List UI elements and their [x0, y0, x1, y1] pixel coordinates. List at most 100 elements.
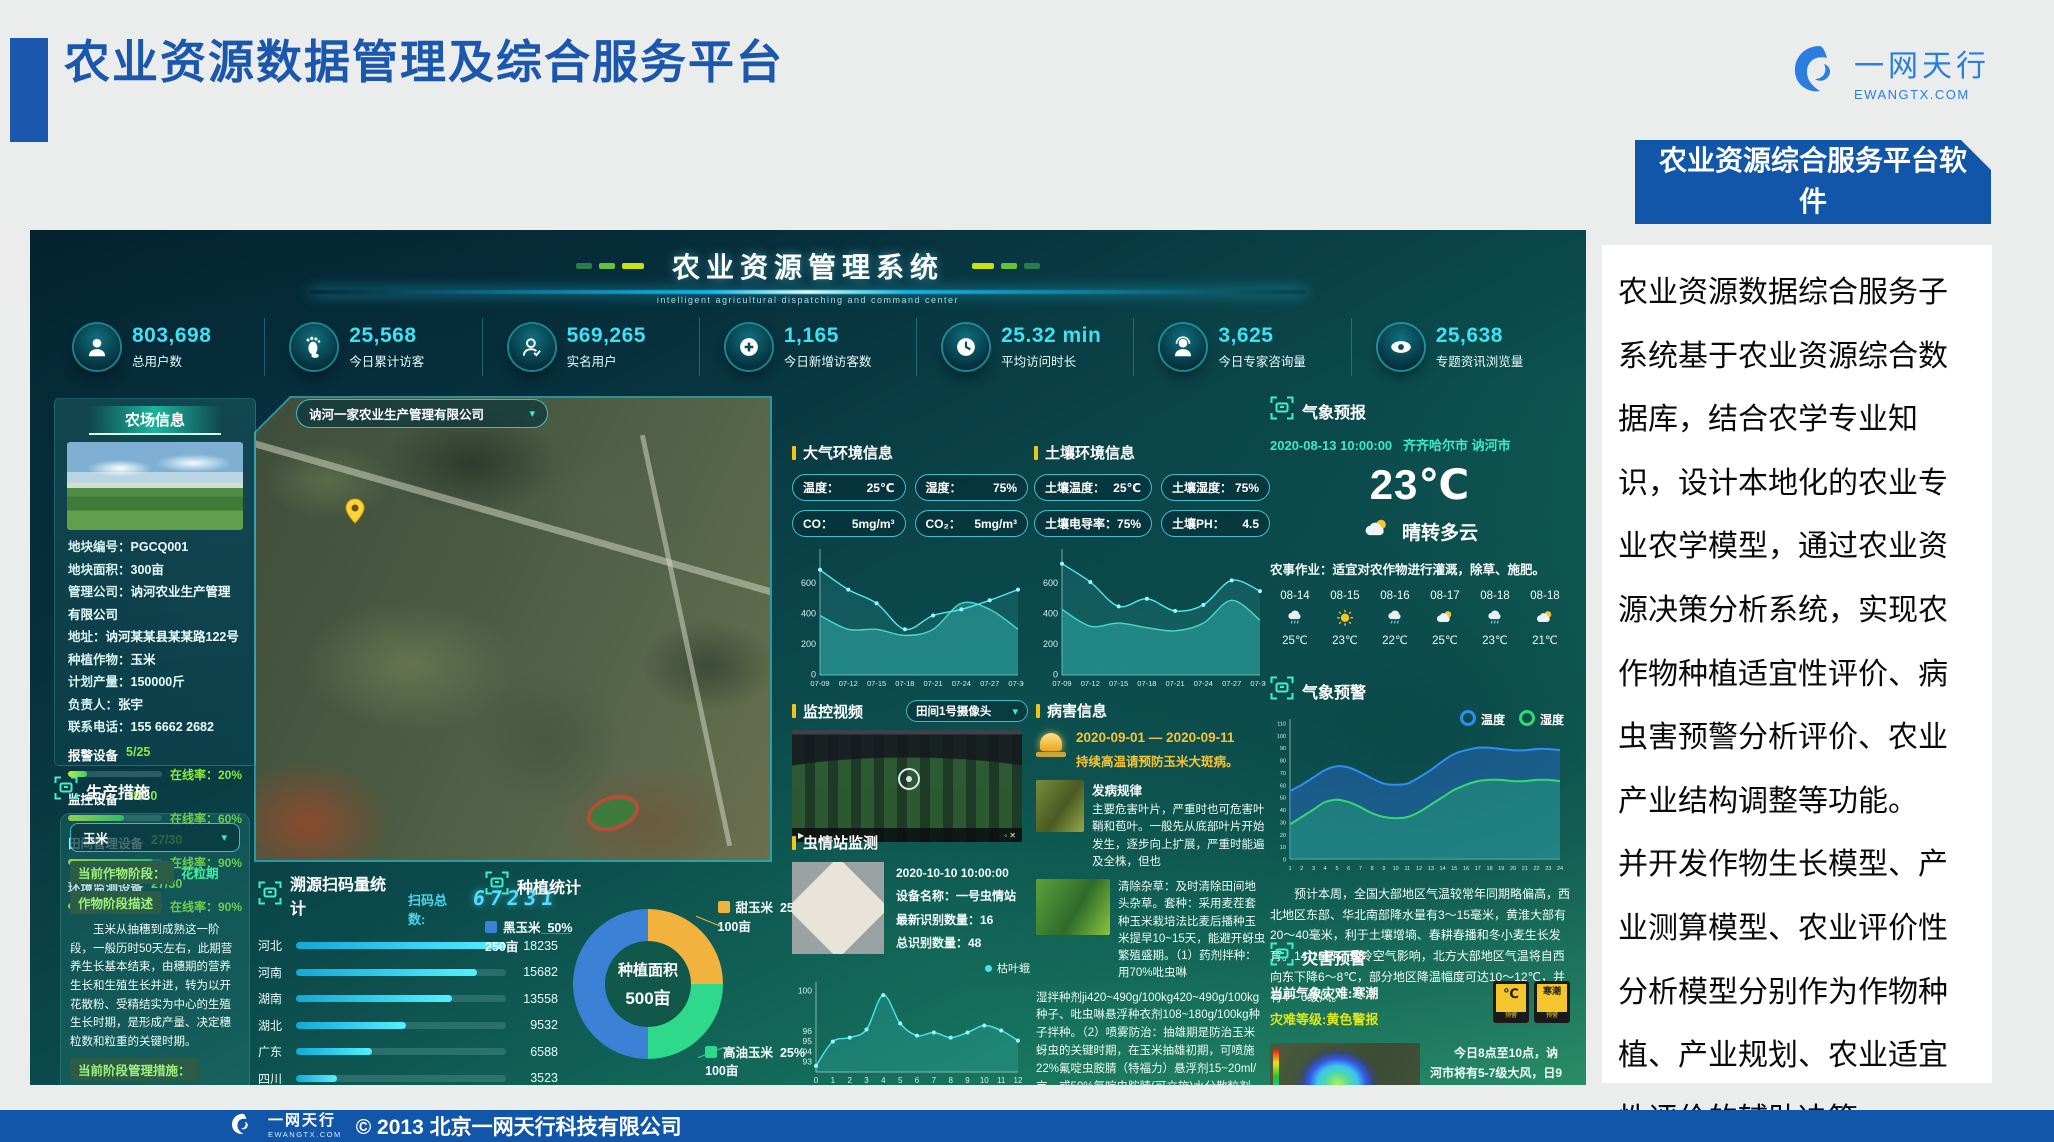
video-player[interactable]: ▶ ◦ ✕: [792, 730, 1022, 842]
weather-city: 齐齐哈尔市 讷河市: [1403, 438, 1511, 453]
dashboard-subtitle: intelligent agricultural dispatching and…: [30, 295, 1586, 305]
chevron-down-icon: ▾: [529, 407, 535, 420]
svg-text:07-12: 07-12: [839, 679, 858, 688]
production-panel: 生产措施 玉米 ▾ 当前作物阶段： 花粒期 作物阶段描述 玉米从抽穗到成熟这一阶…: [54, 776, 256, 1076]
production-title: 生产措施: [86, 779, 150, 803]
kpi-stat: 803,698总用户数: [48, 318, 265, 376]
svg-text:1: 1: [1288, 866, 1291, 872]
svg-text:07-21: 07-21: [924, 679, 943, 688]
kpi-value: 569,265: [567, 324, 646, 348]
svg-text:0: 0: [814, 1076, 819, 1085]
slide: 农业资源数据管理及综合服务平台 一网天行 EWANGTX.COM 农业资源综合服…: [0, 0, 2054, 1142]
kpi-value: 25,568: [349, 324, 424, 348]
svg-text:6: 6: [1347, 866, 1350, 872]
province-bar-fill: [296, 995, 452, 1002]
svg-text:8: 8: [948, 1076, 953, 1085]
company-logo: 一网天行 EWANGTX.COM: [1786, 40, 1990, 103]
svg-text:40: 40: [1280, 808, 1286, 814]
svg-text:20: 20: [1510, 866, 1516, 872]
svg-text:95: 95: [803, 1036, 813, 1046]
svg-text:07-09: 07-09: [1052, 679, 1071, 688]
farm-info-value: 玉米: [131, 653, 156, 667]
svg-text:12: 12: [1416, 866, 1422, 872]
kpi-text: 569,265 实名用户: [567, 324, 646, 370]
env-pill-value: 75%: [1117, 517, 1141, 531]
satellite-map[interactable]: [256, 398, 770, 860]
kpi-label: 实名用户: [567, 351, 646, 370]
svg-text:600: 600: [1043, 578, 1058, 588]
farm-info-row: 负责人：张宇: [68, 694, 242, 717]
device-name: 报警设备: [68, 745, 118, 764]
stage-desc-text: 玉米从抽穗到成熟这一阶段，一般历时50天左右，此期营养生长基本结束，由穗期的营养…: [70, 921, 240, 1051]
svg-text:400: 400: [1043, 609, 1058, 619]
env-pill: CO：5mg/m³: [792, 510, 906, 537]
disease-title: 病害信息: [1036, 700, 1266, 721]
device-line1: 报警设备5/25: [68, 745, 242, 764]
map-company-select[interactable]: 讷河一家农业生产管理有限公司 ▾: [296, 399, 548, 428]
env-pill-label: 湿度：: [926, 479, 962, 496]
farm-info-row: 地块面积：300亩: [68, 559, 242, 582]
disaster-text: 今日8点至10点，讷河市将有5-7级大风，日9点至10点大风将减弱至3-4级，今…: [1430, 1043, 1570, 1085]
dashboard-header: 农业资源管理系统 intelligent agricultural dispat…: [30, 246, 1586, 305]
svg-text:60: 60: [1280, 783, 1286, 789]
camera-select-value: 田间1号摄像头: [916, 703, 991, 719]
forecast-date: 08-14: [1270, 590, 1320, 602]
svg-text:07-24: 07-24: [1194, 679, 1213, 688]
svg-text:15: 15: [1451, 866, 1457, 872]
stage-label: 当前作物阶段：: [70, 861, 174, 884]
right-dash-decoration: [972, 263, 1040, 269]
logo-domain: EWANGTX.COM: [1854, 87, 1990, 102]
insect-panel: 虫情站监测 2020-10-10 10:00:00 设备名称：一号虫情站 最新识…: [792, 832, 1030, 1085]
svg-text:07-30: 07-30: [1250, 679, 1266, 688]
env-pill-value: 75%: [1235, 481, 1259, 495]
farm-photo: [67, 442, 243, 530]
svg-text:0: 0: [811, 670, 816, 680]
svg-text:6: 6: [915, 1076, 920, 1085]
farm-info-title: 农场信息: [89, 406, 221, 435]
weather-forecast-panel: 气象预报 2020-08-13 10:00:00 齐齐哈尔市 讷河市 23℃ 晴…: [1270, 396, 1570, 647]
soil-value-pills: 土壤温度：25℃土壤湿度：75%土壤电导率：75%土壤PH：4.5: [1034, 474, 1270, 537]
province-bar-track: [296, 1075, 506, 1082]
map-marker-icon[interactable]: [344, 498, 366, 529]
measures-label: 当前阶段管理措施：: [70, 1058, 199, 1081]
insect-latest: 最新识别数量：16: [896, 909, 1016, 932]
kpi-label: 专题资讯浏览量: [1436, 351, 1524, 370]
farm-info-label: 管理公司：: [68, 585, 131, 599]
svg-text:1: 1: [831, 1076, 836, 1085]
video-title: 监控视频: [792, 701, 863, 722]
camera-select[interactable]: 田间1号摄像头 ▾: [906, 700, 1028, 722]
farm-info-row: 计划产量：150000斤: [68, 671, 242, 694]
weather-temp: 23℃: [1270, 460, 1570, 509]
farm-info-panel: 农场信息 地块编号：PGCQ001地块面积：300亩管理公司：讷河农业生产管理有…: [54, 398, 256, 766]
insect-total: 总识别数量：48: [896, 932, 1016, 955]
farm-info-value: 讷河某某县某某路122号: [106, 630, 239, 644]
bracket-icon: [1270, 396, 1294, 425]
kpi-value: 803,698: [132, 324, 211, 348]
insect-title: 虫情站监测: [792, 832, 1030, 853]
svg-text:100: 100: [1277, 734, 1286, 740]
forecast-date: 08-18: [1520, 590, 1570, 602]
forecast-date: 08-16: [1370, 590, 1420, 602]
env-pill: 土壤电导率：75%: [1034, 510, 1152, 537]
clock-icon: [943, 324, 989, 370]
farm-info-label: 计划产量：: [68, 675, 131, 689]
env-pill: 土壤PH：4.5: [1161, 510, 1270, 537]
forecast-temp: 21℃: [1520, 633, 1570, 647]
svg-text:3: 3: [1312, 866, 1315, 872]
title-accent-bar: [10, 38, 48, 142]
province-name: 河北: [258, 937, 288, 954]
bracket-icon: [1270, 676, 1294, 705]
map-road: [256, 430, 770, 613]
svg-text:19: 19: [1498, 866, 1504, 872]
crop-select[interactable]: 玉米 ▾: [70, 823, 240, 852]
svg-text:21: 21: [1522, 866, 1528, 872]
weather-datetime: 2020-08-13 10:00:00: [1270, 438, 1392, 453]
province-bar-fill: [296, 969, 477, 976]
env-pill-label: 温度：: [803, 479, 839, 496]
disease-warning: 持续高温请预防玉米大斑病。: [1076, 751, 1239, 770]
svg-text:23: 23: [1545, 866, 1551, 872]
kpi-stat: 25.32 min平均访问时长: [917, 318, 1134, 376]
disaster-panel: 灾害预警 当前气象灾难:寒潮 灾难等级:黄色警报 ℃ 预警 寒潮 预警: [1270, 942, 1570, 1085]
svg-text:2: 2: [847, 1076, 852, 1085]
farm-info-value: PGCQ001: [131, 540, 189, 554]
